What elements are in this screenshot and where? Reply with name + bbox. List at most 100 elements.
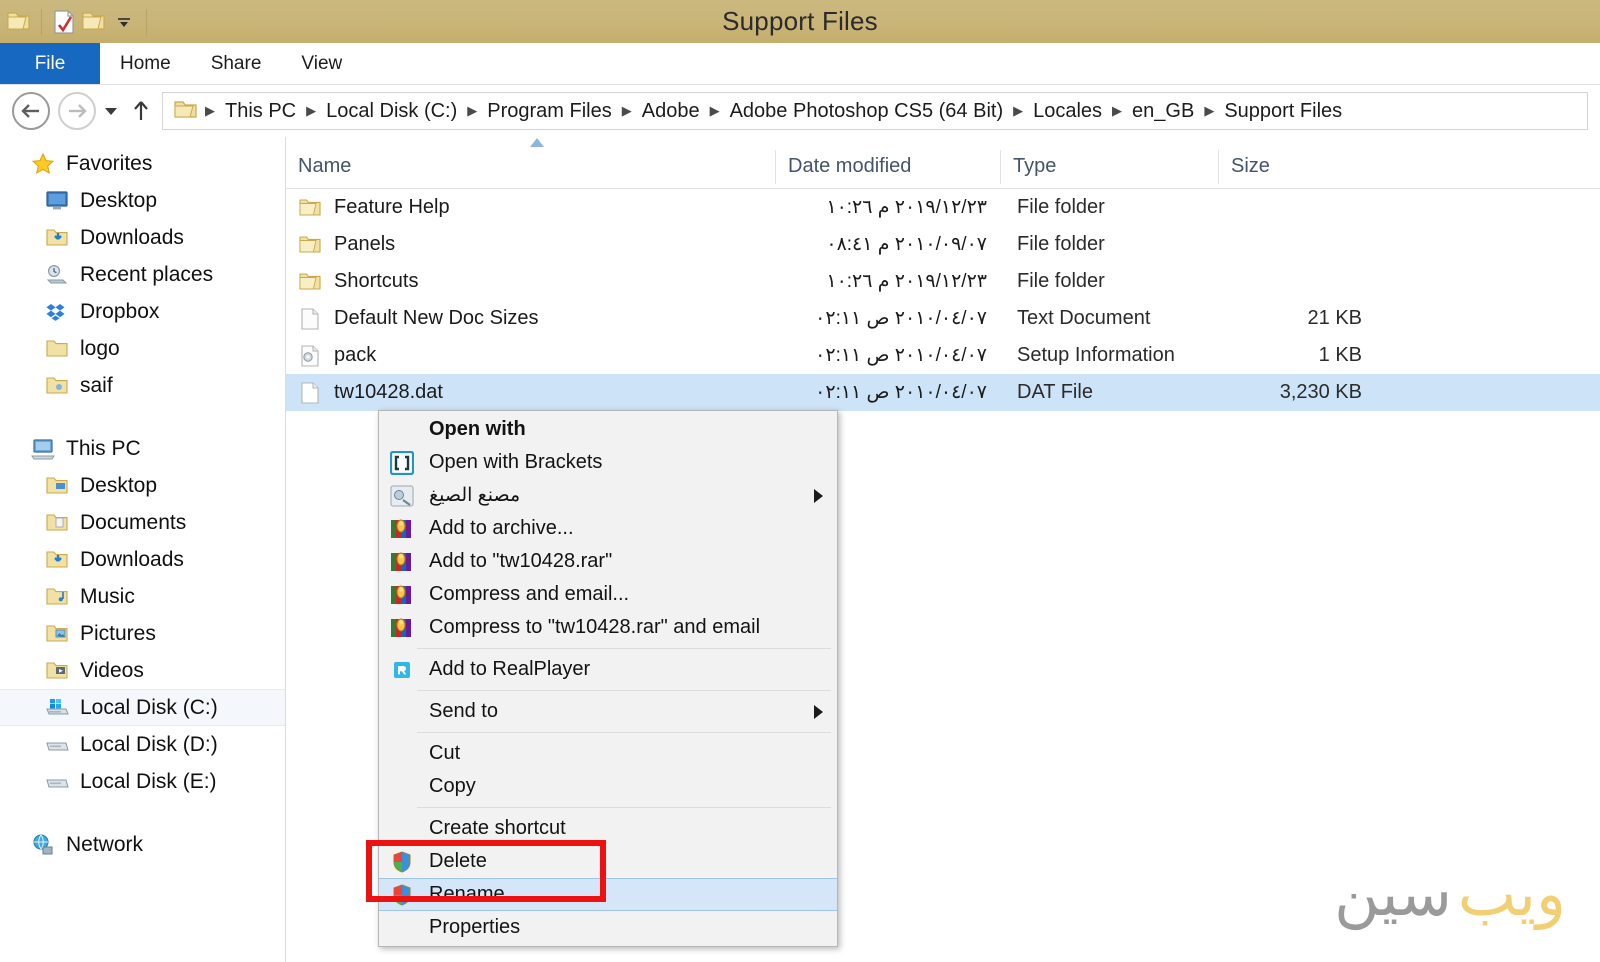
- breadcrumb-item-photoshop[interactable]: Adobe Photoshop CS5 (64 Bit): [722, 101, 1012, 121]
- tab-file[interactable]: File: [0, 43, 100, 84]
- menu-item-delete[interactable]: Delete: [379, 845, 837, 878]
- menu-item-format-factory[interactable]: مصنع الصيغ: [379, 479, 837, 512]
- sidebar-item-local-disk-c[interactable]: Local Disk (C:): [0, 689, 285, 726]
- breadcrumb[interactable]: ▶ This PC ▶ Local Disk (C:) ▶ Program Fi…: [162, 92, 1588, 130]
- file-name-cell[interactable]: pack: [286, 344, 776, 368]
- sidebar-item-downloads-pc[interactable]: Downloads: [0, 541, 285, 578]
- file-name-cell[interactable]: Feature Help: [286, 196, 776, 220]
- tab-share[interactable]: Share: [191, 43, 282, 84]
- breadcrumb-folder-icon: [173, 100, 199, 122]
- file-name-cell[interactable]: Default New Doc Sizes: [286, 307, 776, 331]
- sidebar-label: Favorites: [66, 151, 153, 175]
- menu-item-compress-and-email[interactable]: Compress and email...: [379, 578, 837, 611]
- sidebar-label: Local Disk (E:): [80, 769, 217, 793]
- sidebar-item-saif[interactable]: saif: [0, 367, 285, 404]
- videos-folder-icon: [44, 659, 70, 683]
- sidebar-item-favorites[interactable]: Favorites: [0, 145, 285, 182]
- sidebar-item-logo[interactable]: logo: [0, 330, 285, 367]
- column-header-name[interactable]: Name: [286, 146, 776, 188]
- menu-item-rename[interactable]: Rename: [379, 878, 837, 911]
- menu-item-open-with-brackets[interactable]: Open with Brackets: [379, 446, 837, 479]
- sidebar-item-dropbox[interactable]: Dropbox: [0, 293, 285, 330]
- sidebar-item-videos[interactable]: Videos: [0, 652, 285, 689]
- address-bar: ▶ This PC ▶ Local Disk (C:) ▶ Program Fi…: [0, 85, 1600, 137]
- sidebar-item-downloads[interactable]: Downloads: [0, 219, 285, 256]
- winrar-icon: [387, 516, 417, 542]
- sidebar-item-music[interactable]: Music: [0, 578, 285, 615]
- up-level-icon[interactable]: [126, 92, 156, 130]
- file-name-cell[interactable]: Shortcuts: [286, 270, 776, 294]
- breadcrumb-item-local-disk-c[interactable]: Local Disk (C:): [318, 101, 465, 121]
- sidebar-item-desktop-pc[interactable]: Desktop: [0, 467, 285, 504]
- breadcrumb-item-en-gb[interactable]: en_GB: [1124, 101, 1202, 121]
- shield-icon: [387, 882, 417, 908]
- table-row[interactable]: Feature Help ٢٠١٩/١٢/٢٣ م ١٠:٢٦ File fol…: [286, 189, 1600, 226]
- menu-item-add-to-rar[interactable]: Add to "tw10428.rar": [379, 545, 837, 578]
- menu-item-create-shortcut[interactable]: Create shortcut: [379, 812, 837, 845]
- menu-separator: [417, 648, 831, 649]
- table-row[interactable]: Panels ٢٠١٠/٠٩/٠٧ م ٠٨:٤١ File folder: [286, 226, 1600, 263]
- menu-item-copy[interactable]: Copy: [379, 770, 837, 803]
- sidebar-label: Pictures: [80, 621, 156, 645]
- menu-item-send-to[interactable]: Send to: [379, 695, 837, 728]
- sidebar-item-network[interactable]: Network: [0, 826, 285, 863]
- sidebar-item-recent-places[interactable]: Recent places: [0, 256, 285, 293]
- sidebar-label: Documents: [80, 510, 187, 534]
- sidebar-item-local-disk-d[interactable]: Local Disk (D:): [0, 726, 285, 763]
- table-row-selected[interactable]: tw10428.dat ٢٠١٠/٠٤/٠٧ ص ٠٢:١١ DAT File …: [286, 374, 1600, 411]
- tab-home[interactable]: Home: [100, 43, 191, 84]
- file-rows: Feature Help ٢٠١٩/١٢/٢٣ م ١٠:٢٦ File fol…: [286, 189, 1600, 411]
- breadcrumb-item-locales[interactable]: Locales: [1025, 101, 1110, 121]
- file-name-cell[interactable]: Panels: [286, 233, 776, 257]
- sidebar-item-pictures[interactable]: Pictures: [0, 615, 285, 652]
- navigation-pane: Favorites Desktop Downloads Recent place…: [0, 137, 286, 962]
- file-type-cell: File folder: [1017, 196, 1105, 218]
- file-size-cell: 1 KB: [1318, 344, 1362, 366]
- breadcrumb-item-adobe[interactable]: Adobe: [634, 101, 708, 121]
- table-row[interactable]: Shortcuts ٢٠١٩/١٢/٢٣ م ١٠:٢٦ File folder: [286, 263, 1600, 300]
- file-size-cell: 3,230 KB: [1279, 381, 1362, 403]
- breadcrumb-separator: ▶: [621, 103, 632, 118]
- table-row[interactable]: pack ٢٠١٠/٠٤/٠٧ ص ٠٢:١١ Setup Informatio…: [286, 337, 1600, 374]
- breadcrumb-item-support-files[interactable]: Support Files: [1216, 101, 1350, 121]
- menu-item-open-with[interactable]: Open with: [379, 413, 837, 446]
- forward-button[interactable]: [58, 92, 96, 130]
- winrar-icon: [387, 582, 417, 608]
- file-name-label: tw10428.dat: [334, 381, 443, 403]
- folder-icon: [44, 337, 70, 361]
- column-header-date-modified[interactable]: Date modified: [776, 146, 1001, 188]
- recent-locations-icon[interactable]: [96, 92, 126, 130]
- file-type-cell: Setup Information: [1017, 344, 1175, 366]
- dat-file-icon: [298, 381, 322, 405]
- table-row[interactable]: Default New Doc Sizes ٢٠١٠/٠٤/٠٧ ص ٠٢:١١…: [286, 300, 1600, 337]
- blank-icon: [387, 699, 417, 725]
- breadcrumb-item-this-pc[interactable]: This PC: [217, 101, 304, 121]
- file-name-label: Shortcuts: [334, 270, 419, 292]
- breadcrumb-separator: ▶: [1013, 103, 1024, 118]
- blank-icon: [387, 915, 417, 941]
- tab-view[interactable]: View: [281, 43, 362, 84]
- column-header-type[interactable]: Type: [1001, 146, 1219, 188]
- music-folder-icon: [44, 585, 70, 609]
- back-button[interactable]: [12, 92, 50, 130]
- sidebar-label: This PC: [66, 436, 141, 460]
- menu-item-cut[interactable]: Cut: [379, 737, 837, 770]
- menu-separator: [417, 732, 831, 733]
- sidebar-item-documents[interactable]: Documents: [0, 504, 285, 541]
- file-name-cell[interactable]: tw10428.dat: [286, 381, 776, 405]
- column-header-size[interactable]: Size: [1219, 146, 1374, 188]
- downloads-folder-icon: [44, 548, 70, 572]
- menu-item-compress-to-rar-and-email[interactable]: Compress to "tw10428.rar" and email: [379, 611, 837, 644]
- breadcrumb-item-program-files[interactable]: Program Files: [479, 101, 619, 121]
- breadcrumb-separator: ▶: [467, 103, 478, 118]
- menu-separator: [417, 690, 831, 691]
- sidebar-item-this-pc[interactable]: This PC: [0, 430, 285, 467]
- menu-item-add-to-archive[interactable]: Add to archive...: [379, 512, 837, 545]
- sidebar-item-local-disk-e[interactable]: Local Disk (E:): [0, 763, 285, 800]
- sidebar-item-desktop[interactable]: Desktop: [0, 182, 285, 219]
- menu-item-properties[interactable]: Properties: [379, 911, 837, 944]
- winrar-icon: [387, 549, 417, 575]
- file-name-label: Panels: [334, 233, 396, 255]
- menu-item-add-to-realplayer[interactable]: Add to RealPlayer: [379, 653, 837, 686]
